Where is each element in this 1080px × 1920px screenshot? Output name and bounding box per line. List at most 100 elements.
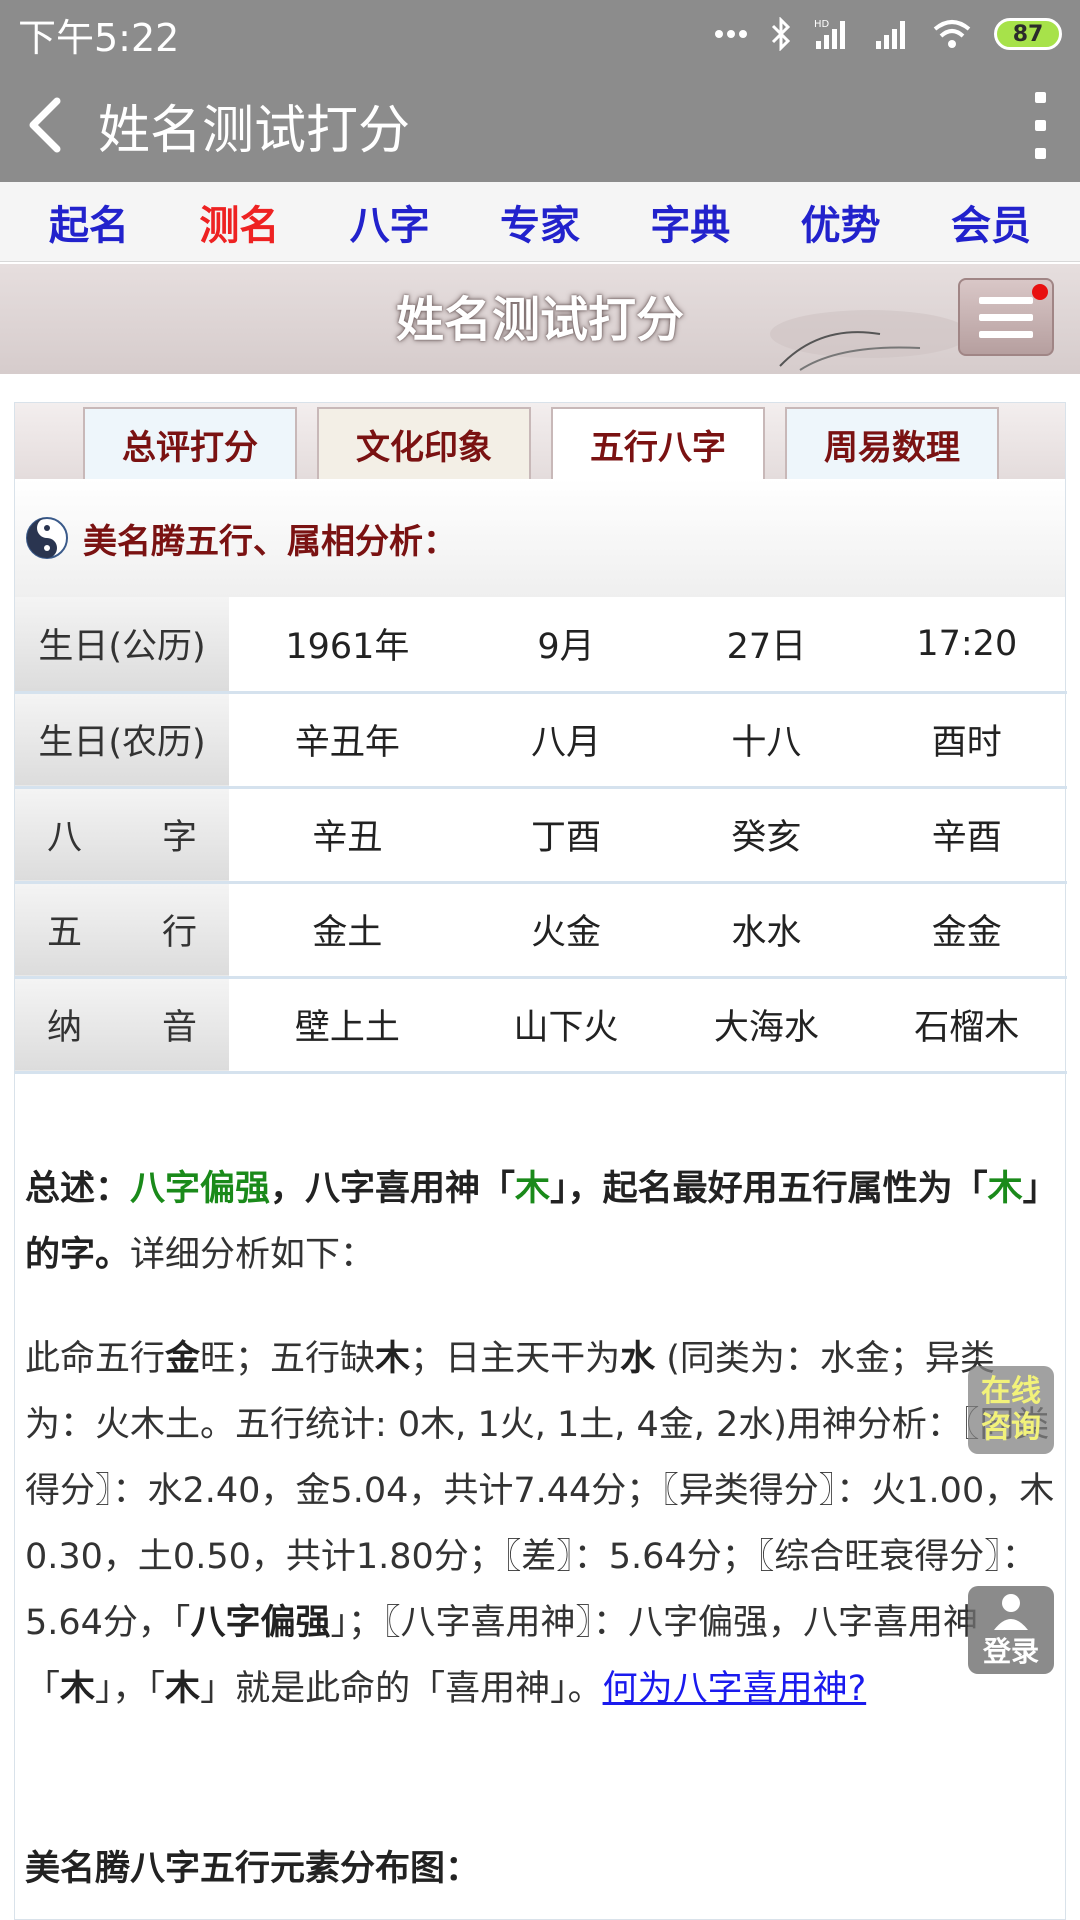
- row-label: 纳音: [15, 977, 229, 1074]
- consult-label: 在线: [981, 1374, 1041, 1409]
- row-label-part: 纳: [47, 1008, 83, 1048]
- nav-item-zhuanjia[interactable]: 专家: [475, 193, 605, 251]
- table-cell: 水水: [666, 882, 867, 979]
- top-nav: 起名 测名 八字 专家 字典 优势 会员: [0, 182, 1080, 262]
- table-cell: 大海水: [666, 977, 867, 1074]
- status-bar: 下午5:22 HD 87: [0, 0, 1080, 68]
- table-cell: 金土: [229, 882, 466, 979]
- table-cell: 石榴木: [866, 977, 1067, 1074]
- table-cell: 辛丑年: [229, 692, 466, 789]
- user-icon: [994, 1594, 1028, 1630]
- detail-emphasis: 木: [375, 1338, 411, 1379]
- table-row: 纳音 壁上土 山下火 大海水 石榴木: [15, 977, 1067, 1074]
- table-row: 生日(公历) 1961年 9月 27日 17:20: [15, 597, 1067, 694]
- nav-item-zidian[interactable]: 字典: [625, 193, 755, 251]
- row-label: 生日(农历): [15, 692, 229, 789]
- menu-icon: [979, 330, 1033, 338]
- row-label: 八字: [15, 787, 229, 884]
- row-label-part: 音: [161, 1008, 197, 1048]
- summary-lead: 总述：: [25, 1168, 131, 1209]
- table-row: 八字 辛丑 丁酉 癸亥 辛酉: [15, 787, 1067, 884]
- detail-emphasis: 水: [620, 1338, 656, 1379]
- table-cell: 9月: [465, 597, 667, 694]
- table-cell: 17:20: [866, 597, 1067, 694]
- table-cell: 壁上土: [229, 977, 466, 1074]
- status-time: 下午5:22: [18, 15, 180, 60]
- detail-text: (同类为：水金；异类为：火木土。五行统计: 0木, 1火, 1土, 4金, 2水…: [25, 1338, 1055, 1643]
- nav-item-youshi[interactable]: 优势: [776, 193, 906, 251]
- table-cell: 丁酉: [465, 787, 667, 884]
- detail-text: ；日主天干为: [410, 1338, 621, 1379]
- detail-emphasis: 金: [165, 1338, 201, 1379]
- nav-item-bazi[interactable]: 八字: [325, 193, 455, 251]
- more-dots-icon: [715, 30, 747, 38]
- status-icons: HD 87: [714, 17, 1062, 51]
- table-cell: 27日: [666, 597, 867, 694]
- hamburger-menu-button[interactable]: [958, 278, 1054, 356]
- app-bar-title: 姓名测试打分: [98, 100, 411, 161]
- section-title: 美名腾五行、属相分析：: [83, 521, 457, 562]
- tab-wuxing-bazi[interactable]: 五行八字: [551, 407, 765, 479]
- online-consult-button[interactable]: 在线 咨询: [968, 1366, 1054, 1454]
- wifi-icon: [933, 20, 971, 48]
- table-cell: 癸亥: [666, 787, 867, 884]
- signal-icon: [876, 21, 905, 49]
- more-vertical-icon: [1034, 147, 1046, 159]
- distribution-chart-heading: 美名腾八字五行元素分布图：: [25, 1848, 481, 1889]
- row-label-part: 五: [47, 913, 83, 953]
- what-is-xiyongshen-link[interactable]: 何为八字喜用神?: [603, 1669, 867, 1709]
- tab-bar: 总评打分 文化印象 五行八字 周易数理: [15, 403, 1065, 479]
- tab-overall-score[interactable]: 总评打分: [83, 407, 297, 479]
- detail-emphasis: 木: [60, 1668, 96, 1709]
- tab-zhouyi-numerology[interactable]: 周易数理: [785, 407, 999, 479]
- summary-text: ，八字喜用神「: [270, 1168, 516, 1209]
- section-header: 美名腾五行、属相分析：: [15, 479, 1065, 597]
- summary-strong: 八字偏强: [130, 1168, 271, 1209]
- menu-icon: [979, 296, 1033, 304]
- detail-text: 此命五行: [25, 1338, 166, 1379]
- battery-icon: 87: [994, 18, 1062, 50]
- nav-item-qiming[interactable]: 起名: [24, 193, 154, 251]
- detail-text: 」，「: [95, 1668, 166, 1709]
- svg-text:HD: HD: [814, 19, 830, 30]
- summary-tail: 详细分析如下：: [130, 1234, 376, 1275]
- table-cell: 山下火: [465, 977, 667, 1074]
- login-label: 登录: [982, 1635, 1039, 1668]
- notification-dot: [1032, 284, 1048, 300]
- row-label-part: 字: [161, 818, 197, 858]
- detail-paragraph: 此命五行金旺；五行缺木；日主天干为水 (同类为：水金；异类为：火木土。五行统计:…: [15, 1288, 1065, 1722]
- table-row: 生日(农历) 辛丑年 八月 十八 酉时: [15, 692, 1067, 789]
- tab-culture-impression[interactable]: 文化印象: [317, 407, 531, 479]
- table-cell: 辛丑: [229, 787, 466, 884]
- bluetooth-icon: [771, 17, 791, 51]
- table-cell: 金金: [866, 882, 1067, 979]
- row-label: 生日(公历): [15, 597, 229, 694]
- row-label: 五行: [15, 882, 229, 979]
- app-bar: 姓名测试打分: [0, 68, 1080, 182]
- taiji-icon: [26, 517, 68, 559]
- row-label-part: 八: [47, 818, 83, 858]
- bazi-table: 生日(公历) 1961年 9月 27日 17:20 生日(农历) 辛丑年 八月 …: [15, 597, 1067, 1074]
- table-cell: 八月: [465, 692, 667, 789]
- summary-text: 」，起名最好用五行属性为「: [550, 1168, 988, 1209]
- login-button[interactable]: 登录: [968, 1586, 1054, 1674]
- summary-element: 木: [987, 1168, 1023, 1209]
- consult-label: 咨询: [981, 1410, 1041, 1445]
- detail-text: 旺；五行缺: [200, 1338, 376, 1379]
- table-cell: 酉时: [866, 692, 1067, 789]
- summary-element: 木: [515, 1168, 551, 1209]
- signal-hd-icon: HD: [814, 19, 845, 49]
- content-card: 总评打分 文化印象 五行八字 周易数理 美名腾五行、属相分析： 生日(公历) 1…: [14, 402, 1067, 1920]
- summary-paragraph: 总述：八字偏强，八字喜用神「木」，起名最好用五行属性为「木」的字。详细分析如下：: [15, 1074, 1065, 1288]
- back-button[interactable]: [0, 68, 90, 182]
- chevron-left-icon: [29, 97, 61, 153]
- table-cell: 1961年: [229, 597, 466, 694]
- nav-item-huiyuan[interactable]: 会员: [926, 193, 1056, 251]
- more-vertical-icon: [1034, 119, 1046, 131]
- detail-emphasis: 木: [165, 1668, 201, 1709]
- battery-level: 87: [1012, 21, 1044, 47]
- overflow-menu-button[interactable]: [1000, 68, 1080, 182]
- banner-title: 姓名测试打分: [395, 292, 684, 348]
- nav-item-ceming[interactable]: 测名: [174, 193, 304, 251]
- table-cell: 火金: [465, 882, 667, 979]
